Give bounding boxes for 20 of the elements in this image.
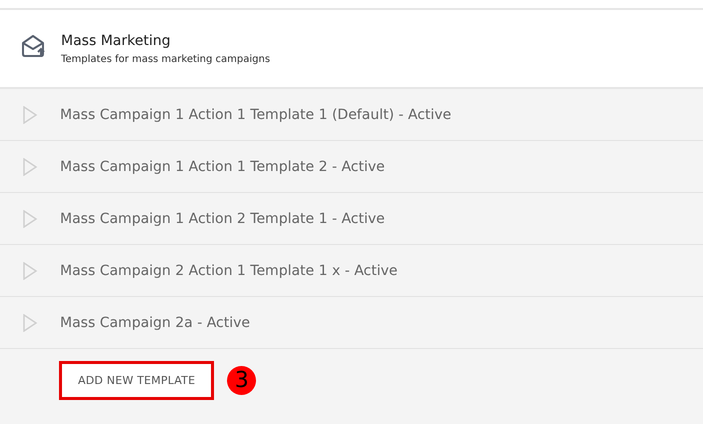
expand-icon[interactable] bbox=[22, 106, 38, 124]
template-name: Mass Campaign 1 Action 2 Template 1 - Active bbox=[60, 210, 385, 226]
expand-icon[interactable] bbox=[22, 314, 38, 332]
template-row[interactable]: Mass Campaign 1 Action 1 Template 2 - Active bbox=[0, 141, 703, 193]
template-row[interactable]: Mass Campaign 1 Action 2 Template 1 - Active bbox=[0, 193, 703, 245]
expand-icon[interactable] bbox=[22, 158, 38, 176]
template-row[interactable]: Mass Campaign 1 Action 1 Template 1 (Default) - Active bbox=[0, 89, 703, 141]
section-subtitle: Templates for mass marketing campaigns bbox=[61, 54, 270, 64]
template-row[interactable]: Mass Campaign 2 Action 1 Template 1 x - Active bbox=[0, 245, 703, 297]
expand-icon[interactable] bbox=[22, 262, 38, 280]
envelope-upload-icon bbox=[21, 34, 47, 58]
step-badge: 3 bbox=[227, 366, 256, 395]
section-title: Mass Marketing bbox=[61, 32, 172, 48]
add-template-button[interactable]: ADD NEW TEMPLATE bbox=[59, 361, 214, 400]
template-name: Mass Campaign 2 Action 1 Template 1 x - Active bbox=[60, 262, 398, 278]
template-name: Mass Campaign 1 Action 1 Template 2 - Active bbox=[60, 158, 385, 174]
template-name: Mass Campaign 1 Action 1 Template 1 (Default) - Active bbox=[60, 106, 452, 122]
template-row[interactable]: Mass Campaign 2a - Active bbox=[0, 297, 703, 349]
template-name: Mass Campaign 2a - Active bbox=[60, 314, 250, 330]
expand-icon[interactable] bbox=[22, 210, 38, 228]
